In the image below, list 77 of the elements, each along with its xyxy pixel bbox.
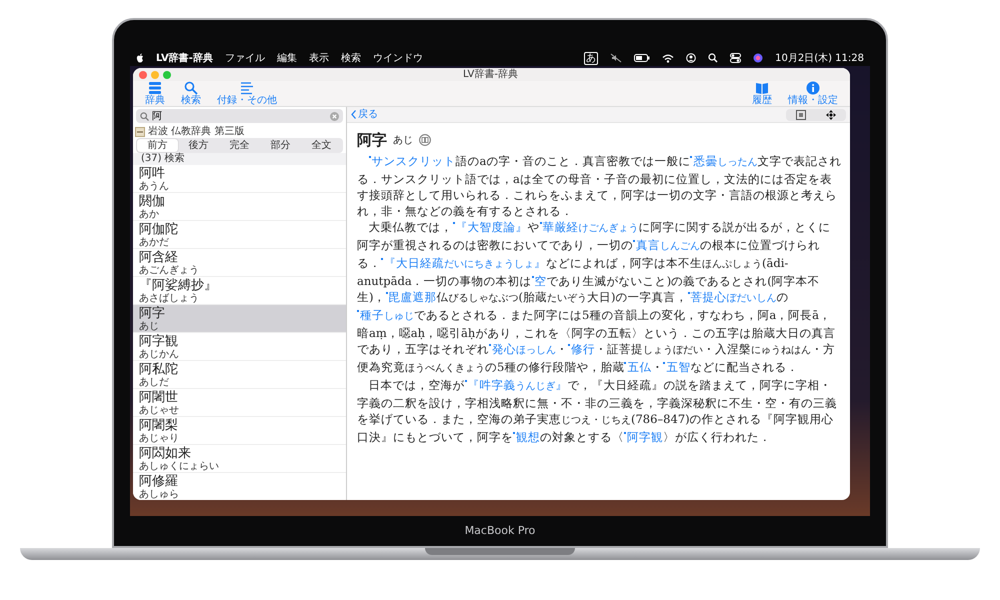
search-field[interactable]: 阿 — [152, 108, 327, 124]
user-icon[interactable] — [686, 53, 696, 63]
search-icon — [140, 112, 149, 120]
search-icon — [184, 81, 198, 95]
term-link[interactable]: 真言 しんごん — [633, 238, 700, 252]
match-mode-tab[interactable]: 後方 — [178, 139, 219, 152]
menu-item[interactable]: ファイル — [224, 50, 265, 66]
result-item[interactable]: 阿含経 あごんぎょう — [133, 249, 346, 277]
match-mode-tab[interactable]: 完全 — [219, 139, 260, 152]
result-item[interactable]: 阿伽陀 あかだ — [133, 221, 346, 249]
result-item[interactable]: 閼伽 あか — [133, 193, 346, 221]
close-button[interactable] — [139, 70, 147, 78]
term-link[interactable]: 種子 しゅじ — [357, 308, 414, 322]
result-item[interactable]: 阿闍梨 あじゃり — [133, 417, 346, 445]
term-link[interactable]: 発心ほっしん — [489, 342, 556, 356]
body-paragraph: サンスクリット 語のaの字・音のこと．真言密教では一般に 悉曇 しったん文字で表記される．サンスクリット語では，aは全ての母音・子音の最初に位置し，文法的には否定を表す接頭辞として用いられる．これらをふまえて，阿字は一切の文字・言語の根源と考えられ，非・無などの義を有するとされる． — [357, 152, 842, 218]
result-item[interactable]: 阿私陀 あしだ — [133, 361, 346, 389]
menu-item[interactable]: 表示 — [308, 50, 329, 66]
dictionary-cover-icon — [135, 126, 145, 136]
battery-icon[interactable] — [634, 54, 650, 62]
clock[interactable]: 10月2日(木) 11:28 — [775, 50, 864, 66]
book-icon — [755, 81, 769, 95]
device-label: MacBook Pro — [464, 522, 536, 539]
result-item[interactable]: 阿修羅 あしゅら — [133, 473, 346, 500]
term-link[interactable]: サンスクリット — [368, 154, 456, 168]
toolbar-dictionary-button[interactable]: 辞典 — [137, 81, 173, 106]
input-mode-indicator[interactable]: あ — [584, 52, 598, 64]
image-frame-icon — [796, 110, 806, 120]
toolbar-history-button[interactable]: 履歴 — [744, 81, 780, 106]
text-lines-icon — [240, 81, 254, 95]
control-center-icon[interactable] — [730, 53, 742, 63]
dictionary-name[interactable]: 岩波 仏教辞典 第三版 — [148, 124, 244, 139]
term-link[interactable]: 菩提心ぼだいしん — [688, 290, 776, 304]
match-mode-tab[interactable]: 前方 — [137, 139, 178, 152]
wifi-icon[interactable] — [662, 54, 674, 62]
toolbar-appendix-button[interactable]: 付録・その他 — [209, 81, 285, 106]
headword-reading: あじ — [393, 134, 413, 148]
book-circle-icon[interactable] — [419, 134, 431, 146]
term-link[interactable]: 空 — [532, 274, 547, 288]
body-paragraph: 日本では，空海が 『吽字義 うんじぎ』で，『大日経疏』の説を踏まえて，阿字に字相・字義の二釈を設け，字相浅略釈に無・不・非の三義を，字義深秘釈に不生・空・有の三義を挙げている．また，空海の弟子実恵 じつえ・じちえ(786–847)の作とされる『阿字観用心口決』にもとづいて，阿字を 観想の対象とする〈 阿字観〉が広く行われた． — [357, 376, 838, 444]
window-title: LV辞書-辞典 — [462, 68, 519, 80]
headword: 阿字 — [357, 130, 387, 151]
term-link[interactable]: 『大智度論』 — [452, 220, 528, 234]
search-icon[interactable] — [708, 53, 718, 63]
menu-item[interactable]: 検索 — [340, 50, 361, 66]
body-paragraph: 大乗仏教では， 『大智度論』や 華厳経けごんぎょう に阿字に関する説が出るが，とくに阿字が重視されるのは密教においてであり，一切の 真言 しんごんの根本に位置づけられる． 『大日経疏だいにちきょうしょ』などによれば，阿字は本不生ほんぷしょう(ādi-anutpāda．一切の事物の本初は 空であり生滅がないこと)の義であるとされ(阿字本不生)， 毘盧遮那仏びるしゃなぶつ(胎蔵たいぞう 大日)の一字真言， 菩提心ぼだいしんの 種子 しゅじであるとされる．また阿字には5種の音韻上の変化，すなわち，阿a，阿長ā，暗aṃ，噁aḥ，噁引āḥがあり，これを〈阿字の五転〉という．この五字は胎蔵大日の真言であり，五字はそれぞれ 発心ほっしん・ 修行・証菩提 しょうぼだい・入涅槃にゅうねはん・方便為究竟ほうべんくきょう の5種の修行段階や，胎蔵 五仏・ 五智などに配当される． — [357, 218, 836, 376]
term-link[interactable]: 五智 — [663, 360, 690, 374]
menu-item[interactable]: 編集 — [276, 50, 297, 66]
menu-item[interactable]: ウインドウ — [372, 50, 423, 66]
result-item[interactable]: 阿字観 あじかん — [133, 333, 346, 361]
siri-icon[interactable] — [753, 53, 764, 63]
result-item[interactable]: 阿字 あじ — [133, 305, 346, 333]
toolbar-search-button[interactable]: 検索 — [173, 81, 209, 106]
chevron-left-icon — [351, 110, 356, 119]
apple-logo-icon — [136, 53, 144, 63]
list-icon — [148, 81, 162, 95]
four-arrows-icon — [826, 110, 836, 120]
back-button[interactable]: 戻る — [351, 107, 378, 122]
term-link[interactable]: 『吽字義 うんじぎ』 — [464, 378, 568, 392]
result-item[interactable]: 阿吽 あうん — [133, 165, 346, 193]
app-menu[interactable]: LV辞書-辞典 — [156, 50, 213, 66]
result-item[interactable]: 阿闍世 あじゃせ — [133, 389, 346, 417]
term-link[interactable]: 『大日経疏だいにちきょうしょ』 — [381, 256, 546, 270]
term-link[interactable]: 阿字観 — [624, 430, 663, 444]
result-item[interactable]: 阿閦如来 あしゅくにょらい — [133, 445, 346, 473]
match-mode-tab[interactable]: 部分 — [260, 139, 301, 152]
toolbar-info-button[interactable]: 情報・設定 — [780, 81, 846, 106]
term-link[interactable]: 華厳経けごんぎょう — [540, 220, 638, 234]
muted-icon[interactable] — [610, 53, 622, 63]
term-link[interactable]: 毘盧遮那 — [386, 290, 436, 304]
match-mode-tab[interactable]: 全文 — [301, 139, 342, 152]
result-count: (37) 検索 — [133, 153, 346, 165]
term-link[interactable]: 五仏 — [624, 360, 652, 374]
search-box[interactable]: 阿 — [136, 109, 343, 123]
term-link[interactable]: 悉曇 しったん — [690, 154, 758, 168]
term-link[interactable]: 観想 — [513, 430, 540, 444]
term-link[interactable]: 修行 — [568, 342, 595, 356]
